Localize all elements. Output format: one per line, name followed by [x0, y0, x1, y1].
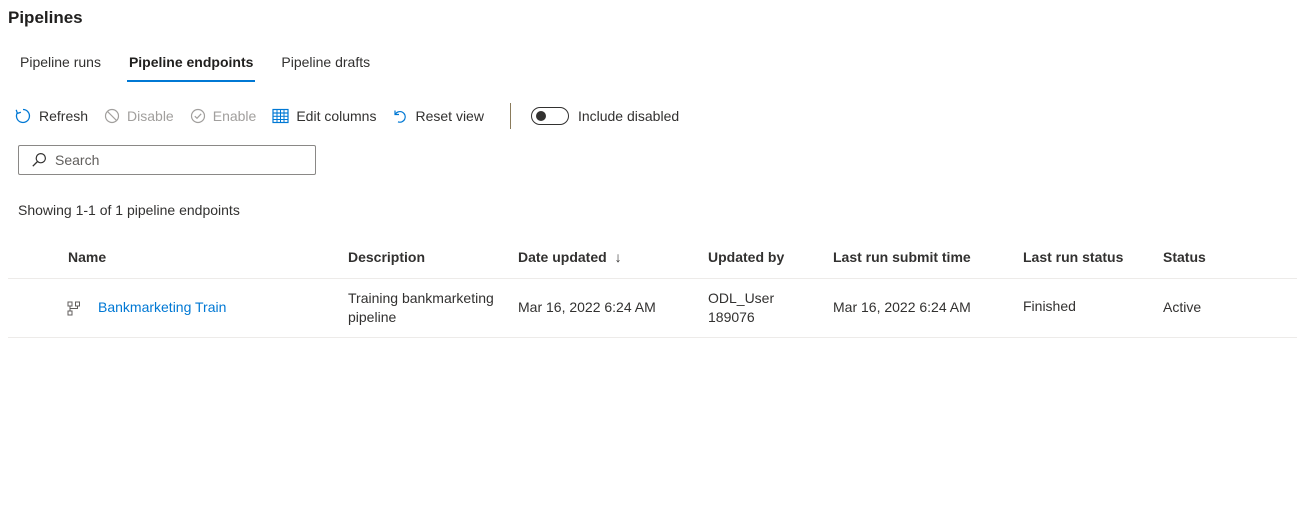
refresh-icon — [15, 108, 31, 124]
disable-icon — [104, 108, 120, 124]
toolbar-divider — [509, 103, 511, 129]
edit-columns-label: Edit columns — [296, 108, 377, 124]
reset-view-label: Reset view — [415, 108, 484, 124]
column-header-date-updated[interactable]: Date updated ↓ — [518, 249, 622, 265]
include-disabled-label: Include disabled — [577, 108, 680, 124]
pipeline-icon — [67, 301, 80, 316]
undo-icon — [394, 110, 407, 123]
disable-button[interactable]: Disable — [104, 108, 174, 124]
edit-columns-button[interactable]: Edit columns — [272, 108, 376, 124]
tab-bar: Pipeline runs Pipeline endpoints Pipelin… — [10, 46, 388, 84]
refresh-label: Refresh — [39, 108, 89, 124]
table-row[interactable]: Bankmarketing Train Training bankmarketi… — [8, 279, 1297, 338]
disable-label: Disable — [127, 108, 174, 124]
column-header-status[interactable]: Status — [1163, 249, 1206, 265]
enable-button[interactable]: Enable — [190, 108, 257, 124]
tab-pipeline-endpoints[interactable]: Pipeline endpoints — [119, 46, 263, 82]
sort-descending-icon: ↓ — [614, 249, 622, 265]
column-header-name[interactable]: Name — [68, 249, 106, 265]
search-box — [18, 145, 316, 175]
reset-view-button[interactable]: Reset view — [392, 108, 484, 124]
column-header-description[interactable]: Description — [348, 249, 425, 265]
column-header-last-run-status[interactable]: Last run status — [1023, 249, 1123, 265]
enable-icon — [190, 108, 205, 124]
column-header-updated-by[interactable]: Updated by — [708, 249, 784, 265]
tab-pipeline-runs[interactable]: Pipeline runs — [10, 46, 111, 82]
updated-by-line-1: ODL_User — [708, 290, 775, 306]
tab-pipeline-drafts[interactable]: Pipeline drafts — [271, 46, 380, 82]
column-header-last-run-submit-time[interactable]: Last run submit time — [833, 249, 971, 265]
status-cell: Active — [1163, 299, 1202, 315]
pipeline-endpoints-table: Name Description Date updated ↓ Updated … — [8, 240, 1297, 338]
include-disabled-toggle[interactable] — [530, 107, 569, 125]
toolbar: Refresh Disable Enable Edit columns Rese… — [14, 103, 680, 129]
search-icon — [32, 152, 47, 167]
refresh-button[interactable]: Refresh — [14, 107, 88, 125]
date-updated-label: Date updated — [518, 249, 607, 265]
search-input[interactable] — [55, 152, 285, 168]
page-title: Pipelines — [8, 8, 83, 27]
date-updated-cell: Mar 16, 2022 6:24 AM — [518, 299, 656, 315]
enable-label: Enable — [212, 108, 257, 124]
last-run-submit-time-cell: Mar 16, 2022 6:24 AM — [833, 299, 971, 315]
table-header: Name Description Date updated ↓ Updated … — [8, 240, 1297, 279]
updated-by-cell: ODL_User 189076 — [708, 289, 774, 327]
description-line-2: pipeline — [348, 309, 397, 325]
description-line-1: Training bankmarketing — [348, 290, 494, 306]
pipeline-description: Training bankmarketing pipeline — [348, 289, 494, 327]
last-run-status-cell: Finished — [1023, 298, 1076, 314]
updated-by-line-2: 189076 — [708, 309, 755, 325]
results-summary: Showing 1-1 of 1 pipeline endpoints — [18, 202, 240, 218]
pipeline-name-link[interactable]: Bankmarketing Train — [98, 298, 226, 317]
table-icon — [272, 108, 289, 124]
